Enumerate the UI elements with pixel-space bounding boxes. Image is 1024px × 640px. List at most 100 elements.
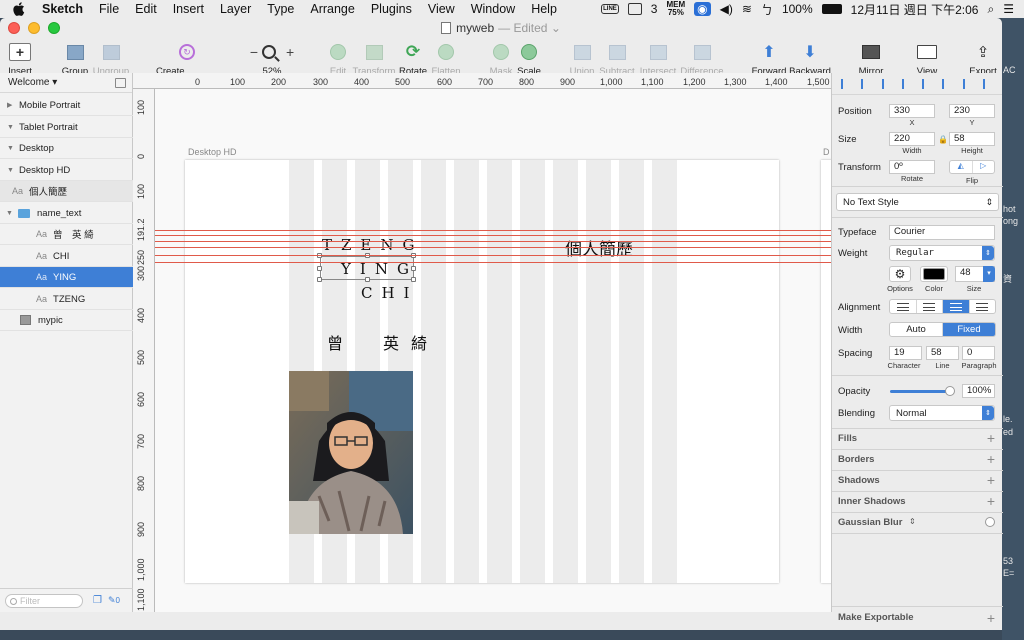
layer-text-chi[interactable]: Aa CHI bbox=[0, 246, 133, 267]
mask-menu-icon[interactable]: ◉ bbox=[694, 2, 711, 16]
opacity-slider[interactable] bbox=[890, 386, 955, 396]
menu-view[interactable]: View bbox=[420, 0, 463, 18]
notification-center-icon[interactable]: ☰ bbox=[1003, 2, 1014, 16]
edited-status[interactable]: — Edited ⌄ bbox=[498, 21, 561, 35]
profile-photo[interactable] bbox=[289, 371, 413, 534]
text-style-dropdown[interactable]: No Text Style ⇕ bbox=[836, 193, 999, 211]
add-shadow-icon[interactable]: + bbox=[987, 473, 995, 487]
text-align-right-button[interactable] bbox=[943, 300, 970, 313]
resize-handle[interactable] bbox=[411, 266, 416, 271]
guide-line[interactable] bbox=[155, 230, 831, 231]
artboard-title[interactable]: Desktop HD bbox=[188, 147, 237, 157]
document-title[interactable]: myweb bbox=[456, 21, 494, 35]
layer-desktop-hd[interactable]: ▼ Desktop HD bbox=[0, 160, 133, 181]
shadows-section[interactable]: Shadows + bbox=[832, 470, 1003, 491]
layer-text-ying[interactable]: Aa YING bbox=[0, 267, 133, 288]
line-app-icon[interactable]: LINE bbox=[601, 4, 619, 14]
resize-handle[interactable] bbox=[411, 277, 416, 282]
opacity-input[interactable]: 100% bbox=[962, 384, 995, 398]
flip-vertical-icon[interactable]: ▷ bbox=[973, 161, 995, 173]
resize-handle[interactable] bbox=[365, 277, 370, 282]
layer-text-cjk-name[interactable]: Aa 曾 英 綺 bbox=[0, 224, 133, 245]
wifi-icon[interactable]: ≋ bbox=[742, 2, 752, 16]
position-y-input[interactable]: 230 bbox=[949, 104, 995, 118]
text-align-justify-button[interactable] bbox=[970, 300, 996, 313]
horizontal-ruler[interactable]: 0 100 200 300 400 500 600 700 800 900 1,… bbox=[133, 73, 831, 89]
height-input[interactable]: 58 bbox=[949, 132, 995, 146]
artboard2-title[interactable]: D bbox=[823, 147, 830, 157]
disclosure-right-icon[interactable]: ▶ bbox=[7, 101, 13, 109]
line-height-input[interactable]: 58 bbox=[926, 346, 959, 360]
page-selector[interactable]: Welcome ▾ bbox=[0, 73, 132, 93]
add-inner-shadow-icon[interactable]: + bbox=[987, 494, 995, 508]
menu-plugins[interactable]: Plugins bbox=[363, 0, 420, 18]
zoom-out-button[interactable]: − bbox=[250, 44, 258, 60]
add-export-icon[interactable]: + bbox=[987, 611, 995, 625]
name-chi-text[interactable]: CHI bbox=[361, 284, 418, 302]
inner-shadows-section[interactable]: Inner Shadows + bbox=[832, 491, 1003, 512]
close-button[interactable] bbox=[8, 22, 20, 34]
character-spacing-input[interactable]: 19 bbox=[889, 346, 922, 360]
rotation-input[interactable]: 0º bbox=[889, 160, 935, 174]
slice-filter-icon[interactable]: ✎ bbox=[108, 595, 116, 606]
zoom-in-button[interactable]: + bbox=[286, 44, 294, 60]
text-align-center-button[interactable] bbox=[917, 300, 943, 313]
make-exportable-section[interactable]: Make Exportable + bbox=[832, 606, 1003, 629]
memory-indicator[interactable]: MEM 75% bbox=[666, 1, 685, 17]
clock[interactable]: 12月11日 週日 下午2:06 bbox=[851, 1, 979, 18]
disclosure-down-icon[interactable]: ▼ bbox=[7, 167, 14, 174]
input-method-icon[interactable]: ㄅ bbox=[761, 1, 773, 18]
name-tzeng-text[interactable]: TZENG bbox=[322, 236, 423, 254]
menu-file[interactable]: File bbox=[91, 0, 127, 18]
guide-line[interactable] bbox=[155, 235, 831, 236]
layer-tablet-portrait[interactable]: ▼ Tablet Portrait bbox=[0, 117, 133, 138]
typeface-input[interactable]: Courier bbox=[889, 224, 995, 240]
font-size-stepper[interactable]: ▾ bbox=[983, 266, 995, 282]
fixed-width-button[interactable]: Fixed bbox=[943, 323, 995, 336]
chevron-icon[interactable]: ⇕ bbox=[909, 517, 916, 526]
layer-text-tzeng[interactable]: Aa TZENG bbox=[0, 289, 133, 310]
apple-menu-icon[interactable] bbox=[12, 2, 26, 16]
artboard-desktop[interactable] bbox=[821, 160, 831, 583]
menu-arrange[interactable]: Arrange bbox=[302, 0, 362, 18]
gaussian-blur-section[interactable]: Gaussian Blur ⇕ bbox=[832, 512, 1003, 533]
align-bottom-icon[interactable] bbox=[942, 78, 952, 89]
menu-type[interactable]: Type bbox=[259, 0, 302, 18]
layer-mobile-portrait[interactable]: ▶ Mobile Portrait bbox=[0, 95, 133, 116]
menu-insert[interactable]: Insert bbox=[165, 0, 212, 18]
align-right-icon[interactable] bbox=[881, 78, 892, 89]
distribute-h-icon[interactable] bbox=[962, 78, 973, 89]
resize-handle[interactable] bbox=[317, 266, 322, 271]
borders-section[interactable]: Borders + bbox=[832, 449, 1003, 470]
text-align-left-button[interactable] bbox=[890, 300, 917, 313]
artboard-desktop-hd[interactable]: TZENG YING CHI 個人簡歷 曾 英綺 bbox=[185, 160, 779, 583]
disclosure-down-icon[interactable]: ▼ bbox=[6, 210, 13, 217]
disclosure-down-icon[interactable]: ▼ bbox=[7, 124, 14, 131]
menu-app-sketch[interactable]: Sketch bbox=[34, 0, 91, 18]
menu-help[interactable]: Help bbox=[523, 0, 565, 18]
fills-section[interactable]: Fills + bbox=[832, 428, 1003, 449]
guide-line[interactable] bbox=[155, 241, 831, 242]
guide-line[interactable] bbox=[155, 255, 831, 256]
cjk-name-text[interactable]: 曾 英綺 bbox=[327, 330, 439, 354]
width-input[interactable]: 220 bbox=[889, 132, 935, 146]
layer-image-mypic[interactable]: mypic bbox=[0, 310, 133, 331]
flip-horizontal-icon[interactable]: ◭ bbox=[950, 161, 973, 173]
distribute-v-icon[interactable] bbox=[982, 78, 993, 89]
symbol-filter-icon[interactable]: ❐ bbox=[93, 595, 102, 606]
zoom-button[interactable] bbox=[48, 22, 60, 34]
resize-handle[interactable] bbox=[317, 277, 322, 282]
volume-icon[interactable]: ◀) bbox=[720, 2, 733, 16]
vertical-ruler[interactable]: 100 0 100 191.2 250 300 400 500 600 700 … bbox=[133, 89, 155, 612]
layer-text-heading[interactable]: Aa 個人簡歷 bbox=[0, 181, 133, 202]
filter-input[interactable]: Filter bbox=[5, 593, 83, 608]
align-top-icon[interactable] bbox=[901, 78, 912, 89]
battery-icon[interactable] bbox=[821, 4, 842, 14]
minimize-button[interactable] bbox=[28, 22, 40, 34]
align-middle-icon[interactable] bbox=[922, 78, 932, 89]
text-options-button[interactable]: ⚙ bbox=[889, 266, 911, 282]
align-center-icon[interactable] bbox=[861, 78, 871, 89]
paragraph-spacing-input[interactable]: 0 bbox=[962, 346, 995, 360]
guide-line[interactable] bbox=[155, 247, 831, 248]
align-left-icon[interactable] bbox=[841, 78, 851, 89]
